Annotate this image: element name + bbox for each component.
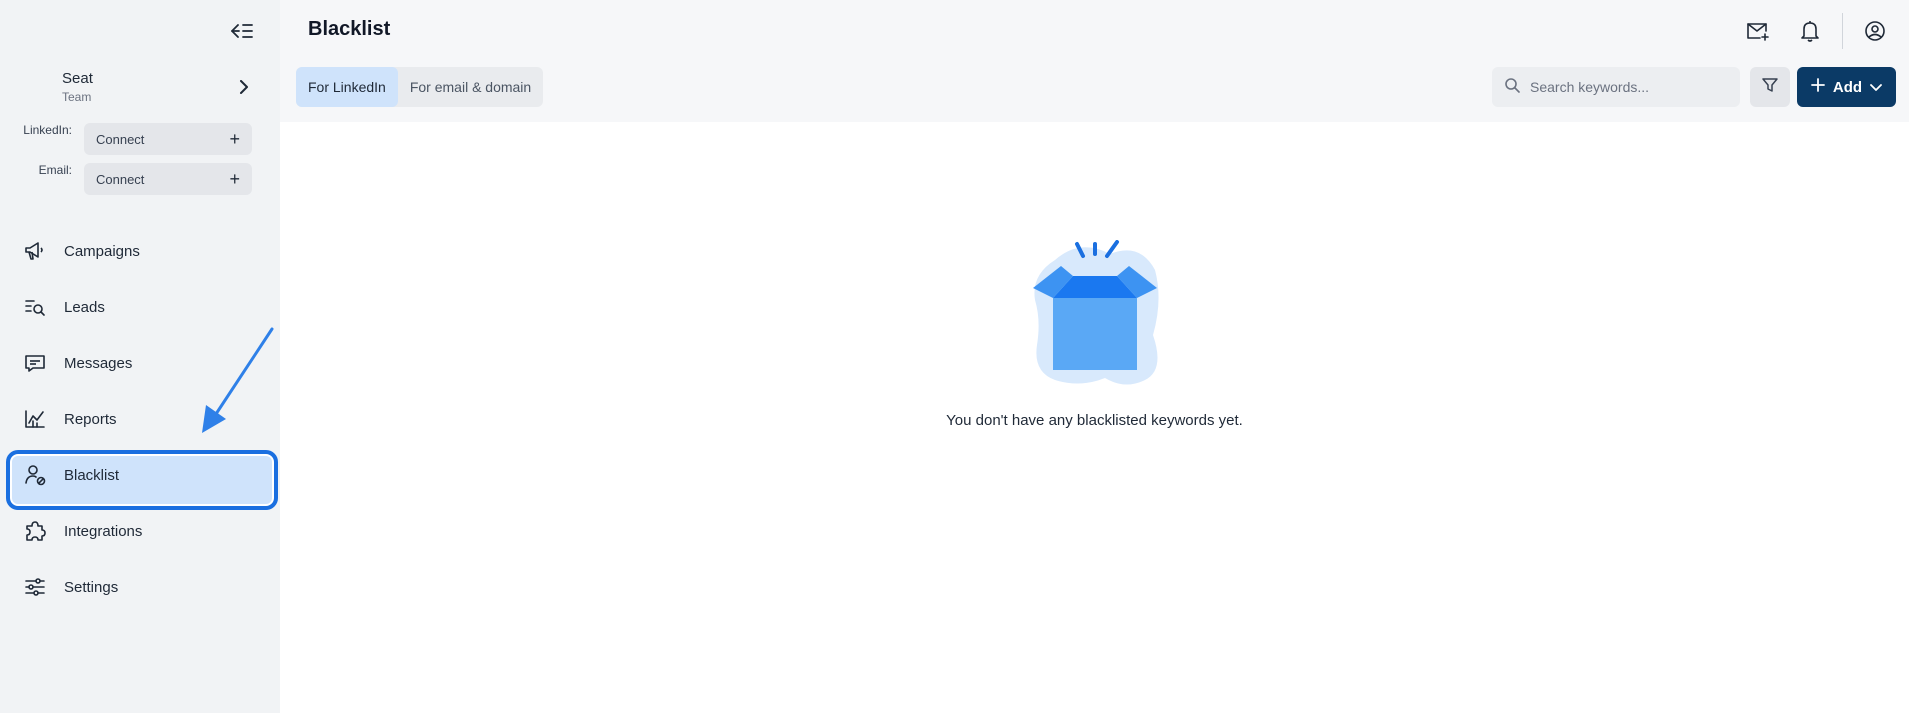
sidebar-item-label: Blacklist: [64, 466, 120, 484]
chart-icon: [24, 408, 46, 430]
seat-team: Team: [62, 90, 92, 104]
filter-button[interactable]: [1750, 67, 1790, 107]
empty-state: You don't have any blacklisted keywords …: [280, 240, 1909, 429]
email-connect-label: Connect: [96, 171, 145, 187]
sliders-icon: [24, 576, 46, 598]
plus-icon: +: [229, 129, 240, 149]
blacklist-tabs: For LinkedIn For email & domain: [296, 67, 544, 107]
chevron-right-icon[interactable]: [234, 77, 254, 97]
empty-state-message: You don't have any blacklisted keywords …: [946, 412, 1243, 429]
tab-for-email-domain[interactable]: For email & domain: [398, 67, 543, 107]
megaphone-icon: [24, 240, 46, 262]
user-block-icon: [24, 464, 46, 486]
sidebar-item-label: Leads: [64, 298, 105, 316]
sidebar-item-label: Reports: [64, 410, 117, 428]
seat-info[interactable]: Seat Team: [62, 70, 93, 104]
collapse-sidebar-icon[interactable]: [228, 19, 256, 43]
pointer-arrow-icon: [202, 327, 274, 433]
plus-icon: [1811, 78, 1825, 96]
email-label: Email:: [38, 163, 72, 177]
top-bar: Blacklist For LinkedIn For email & domai…: [280, 0, 1909, 122]
sidebar-item-campaigns[interactable]: Campaigns: [0, 223, 280, 279]
add-button[interactable]: Add: [1797, 67, 1896, 107]
sidebar: Seat Team LinkedIn: Connect + Email: Con…: [0, 0, 280, 713]
linkedin-connect-row: LinkedIn:: [0, 123, 72, 137]
account-icon[interactable]: [1857, 13, 1893, 49]
sidebar-item-label: Settings: [64, 578, 119, 596]
sidebar-item-blacklist[interactable]: Blacklist: [0, 447, 280, 510]
main-content: Blacklist For LinkedIn For email & domai…: [280, 0, 1909, 713]
sidebar-item-label: Integrations: [64, 522, 143, 540]
email-connect-row: Email:: [0, 163, 72, 177]
sidebar-item-integrations[interactable]: Integrations: [0, 503, 280, 559]
empty-box-icon: [1032, 240, 1159, 385]
sidebar-item-label: Campaigns: [64, 242, 140, 260]
search-box: [1492, 67, 1740, 107]
filter-icon: [1762, 77, 1778, 98]
mail-add-icon[interactable]: [1740, 13, 1776, 49]
plus-icon: +: [229, 169, 240, 189]
puzzle-icon: [24, 520, 46, 542]
leads-search-icon: [24, 296, 46, 318]
linkedin-label: LinkedIn:: [23, 123, 72, 137]
page-title: Blacklist: [308, 18, 391, 40]
email-connect-button[interactable]: Connect +: [84, 163, 252, 195]
sidebar-item-settings[interactable]: Settings: [0, 559, 280, 615]
divider: [1842, 13, 1843, 49]
sidebar-item-label: Messages: [64, 354, 133, 372]
linkedin-connect-label: Connect: [96, 131, 145, 147]
linkedin-connect-button[interactable]: Connect +: [84, 123, 252, 155]
message-icon: [24, 352, 46, 374]
seat-name: Seat: [62, 70, 93, 87]
search-icon: [1504, 77, 1520, 98]
chevron-down-icon: [1870, 79, 1882, 96]
bell-icon[interactable]: [1792, 13, 1828, 49]
top-icons: [1740, 13, 1893, 49]
search-input[interactable]: [1530, 79, 1730, 95]
tab-for-linkedin[interactable]: For LinkedIn: [296, 67, 398, 107]
add-button-label: Add: [1832, 78, 1863, 96]
